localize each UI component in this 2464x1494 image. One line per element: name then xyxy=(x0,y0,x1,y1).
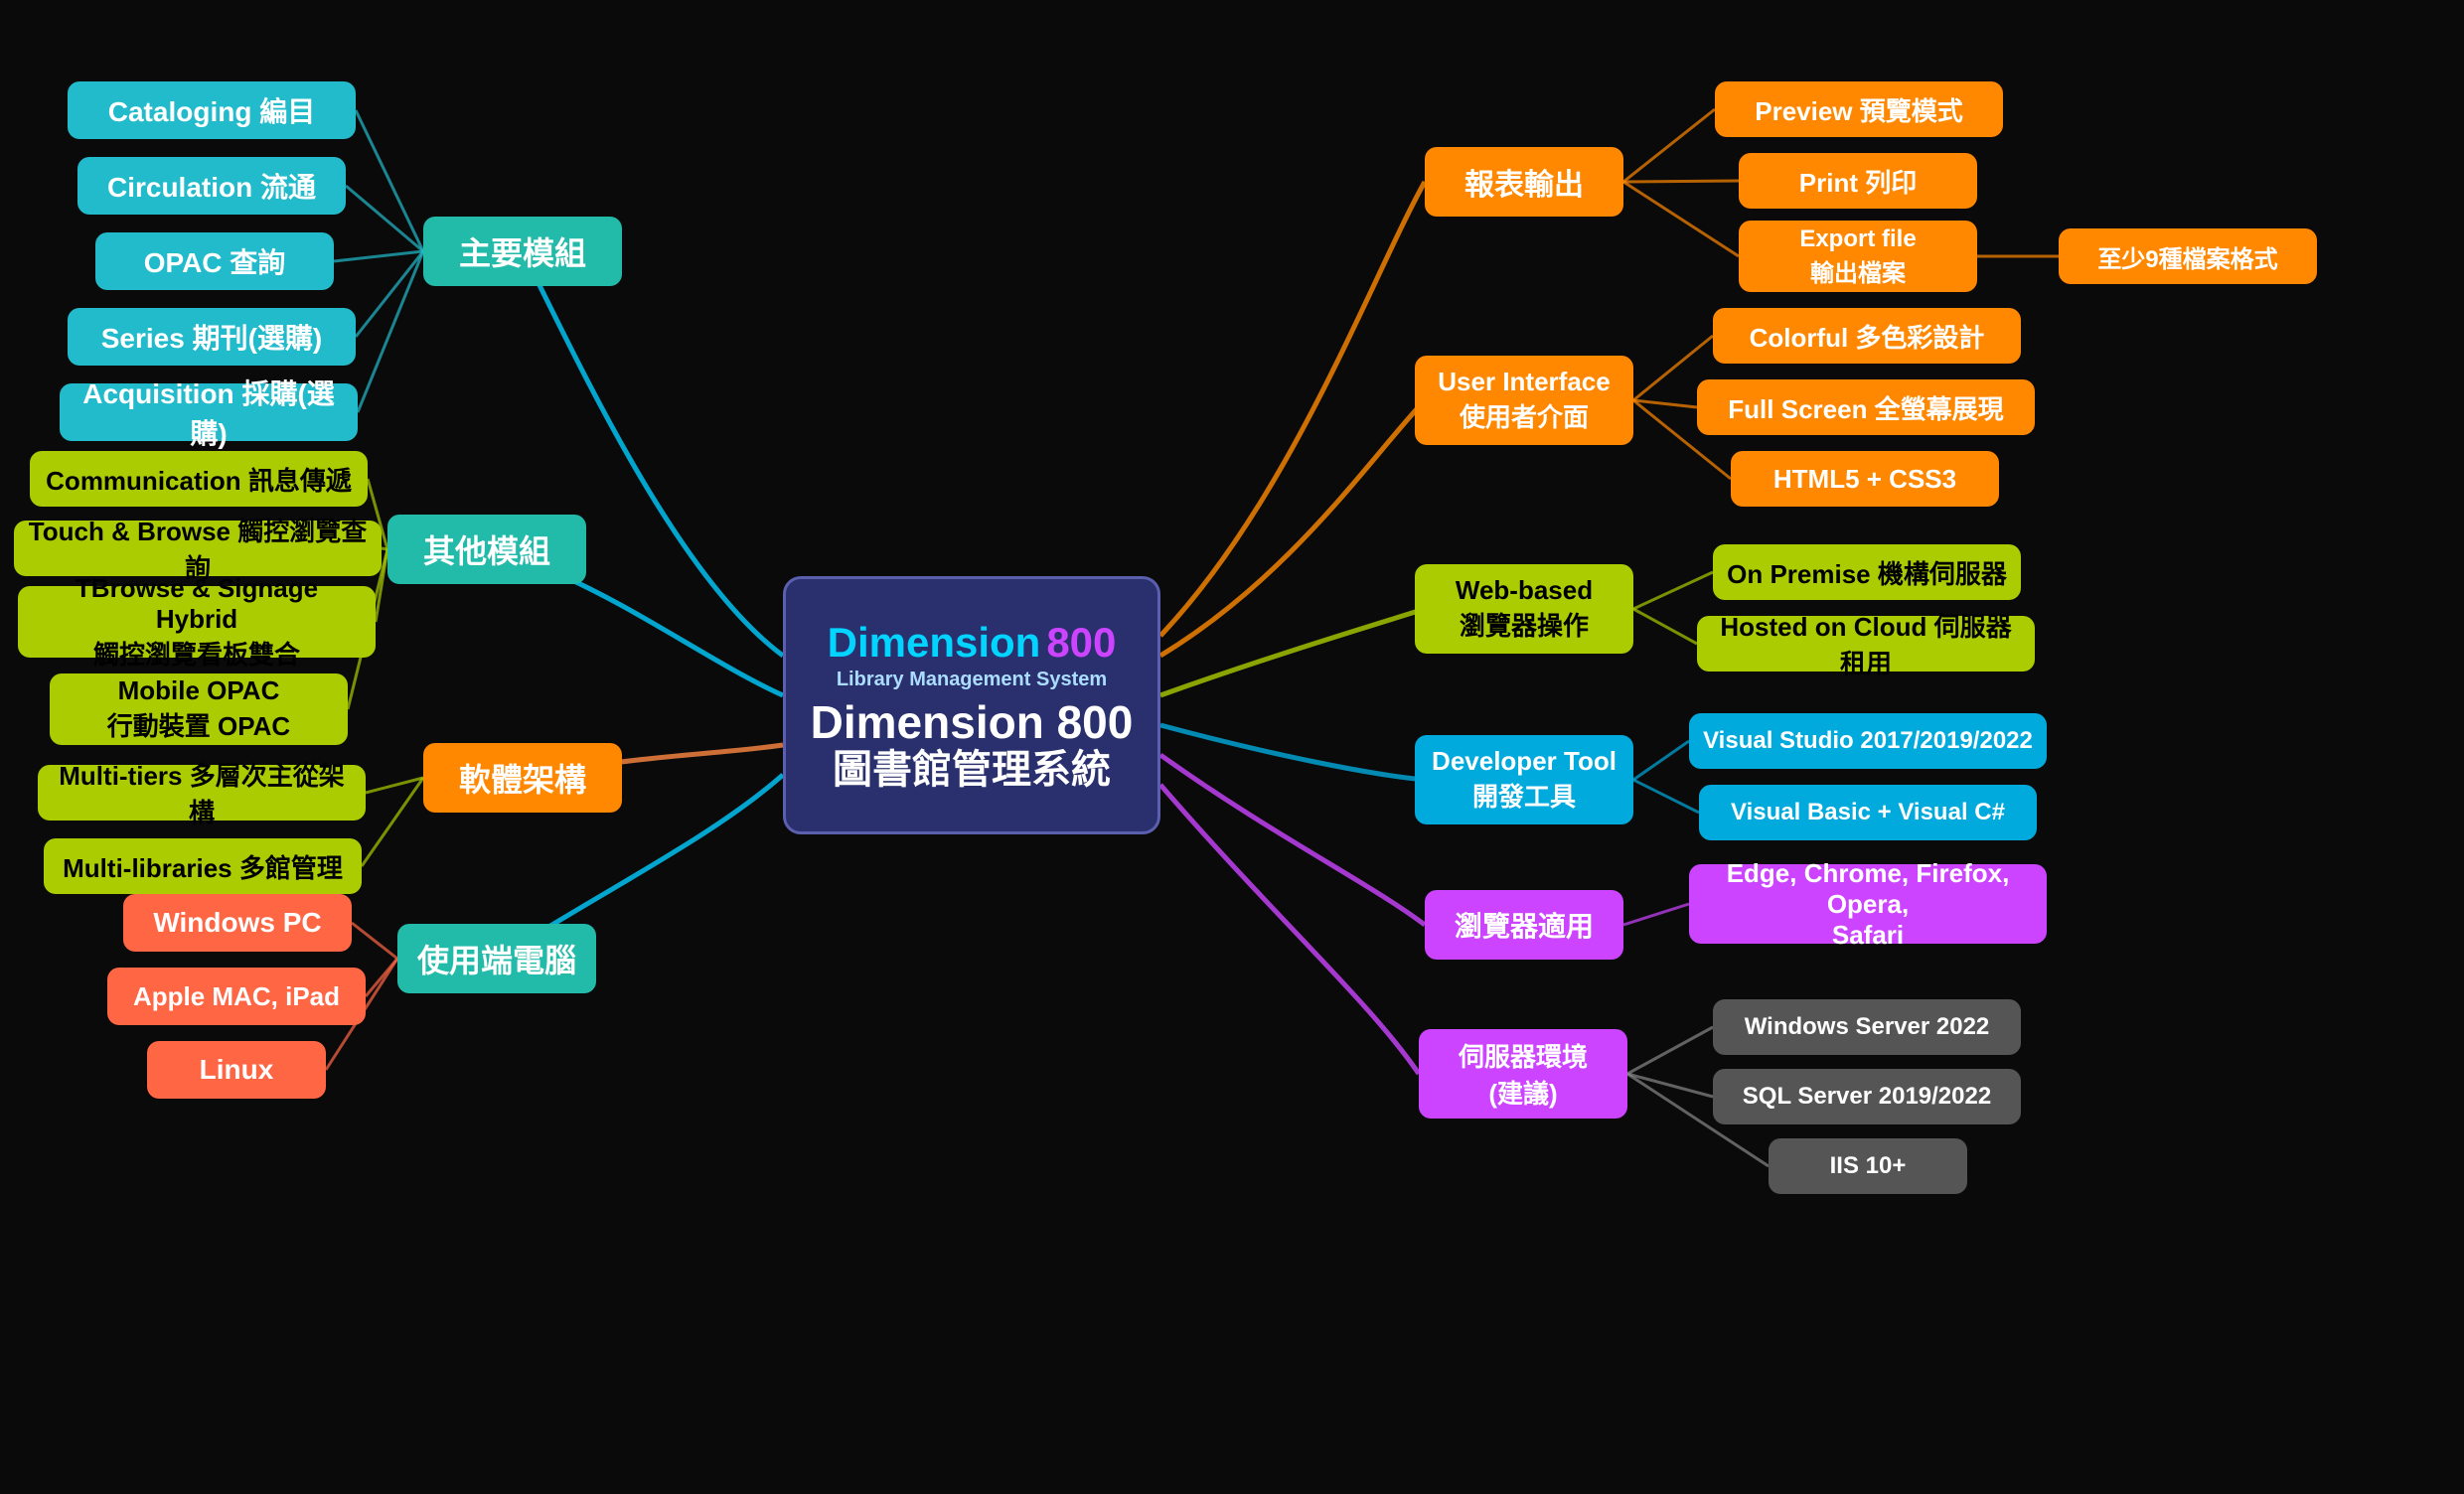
node-print: Print 列印 xyxy=(1739,153,1977,209)
node-multitiers: Multi-tiers 多層次主從架構 xyxy=(38,765,366,821)
node-applemac: Apple MAC, iPad xyxy=(107,968,366,1025)
node-9formats: 至少9種檔案格式 xyxy=(2059,228,2317,284)
node-ruanti: 軟體架構 xyxy=(423,743,622,813)
node-browsers-list: Edge, Chrome, Firefox, Opera, Safari xyxy=(1689,864,2047,944)
node-userinterface: User Interface 使用者介面 xyxy=(1415,356,1633,445)
node-circulation: Circulation 流通 xyxy=(77,157,346,215)
node-fullscreen: Full Screen 全螢幕展現 xyxy=(1697,379,2035,435)
node-onpremise: On Premise 機構伺服器 xyxy=(1713,544,2021,600)
node-zhuyao: 主要模組 xyxy=(423,217,622,286)
node-hosted: Hosted on Cloud 伺服器租用 xyxy=(1697,616,2035,672)
node-shiyong: 使用端電腦 xyxy=(397,924,596,993)
node-linux: Linux xyxy=(147,1041,326,1099)
node-touchbrowse: Touch & Browse 觸控瀏覽查詢 xyxy=(14,521,382,576)
node-winserver: Windows Server 2022 xyxy=(1713,999,2021,1055)
node-browser: 瀏覽器適用 xyxy=(1425,890,1623,960)
node-devtool: Developer Tool 開發工具 xyxy=(1415,735,1633,824)
node-exportfile: Export file 輸出檔案 xyxy=(1739,221,1977,292)
node-communication: Communication 訊息傳遞 xyxy=(30,451,368,507)
node-visualstudio: Visual Studio 2017/2019/2022 xyxy=(1689,713,2047,769)
center-dim-text: Dimension xyxy=(828,619,1041,667)
node-colorful: Colorful 多色彩設計 xyxy=(1713,308,2021,364)
node-server: 伺服器環境 (建議) xyxy=(1419,1029,1627,1119)
node-series: Series 期刊(選購) xyxy=(68,308,356,366)
node-multilibraries: Multi-libraries 多館管理 xyxy=(44,838,362,894)
center-node: Dimension 800 Library Management System … xyxy=(783,576,1160,834)
center-lms-text: Library Management System xyxy=(837,669,1107,691)
node-preview: Preview 預覽模式 xyxy=(1715,81,2003,137)
center-800-text: 800 xyxy=(1046,619,1116,667)
node-iis: IIS 10+ xyxy=(1769,1138,1967,1194)
node-baobiao: 報表輸出 xyxy=(1425,147,1623,217)
center-main-2: 圖書館管理系統 xyxy=(833,748,1111,792)
node-tbrowse: TBrowse & Signage Hybrid 觸控瀏覽看板雙合 xyxy=(18,586,376,658)
node-cataloging: Cataloging 編目 xyxy=(68,81,356,139)
node-acquisition: Acquisition 採購(選購) xyxy=(60,383,358,441)
node-sqlserver: SQL Server 2019/2022 xyxy=(1713,1069,2021,1124)
node-webbased: Web-based 瀏覽器操作 xyxy=(1415,564,1633,654)
node-html5: HTML5 + CSS3 xyxy=(1731,451,1999,507)
center-main-1: Dimension 800 xyxy=(811,697,1134,748)
node-windowspc: Windows PC xyxy=(123,894,352,952)
node-mobileopac: Mobile OPAC 行動裝置 OPAC xyxy=(50,673,348,745)
node-qita: 其他模組 xyxy=(387,515,586,584)
node-visualbasic: Visual Basic + Visual C# xyxy=(1699,785,2037,840)
node-opac: OPAC 查詢 xyxy=(95,232,334,290)
